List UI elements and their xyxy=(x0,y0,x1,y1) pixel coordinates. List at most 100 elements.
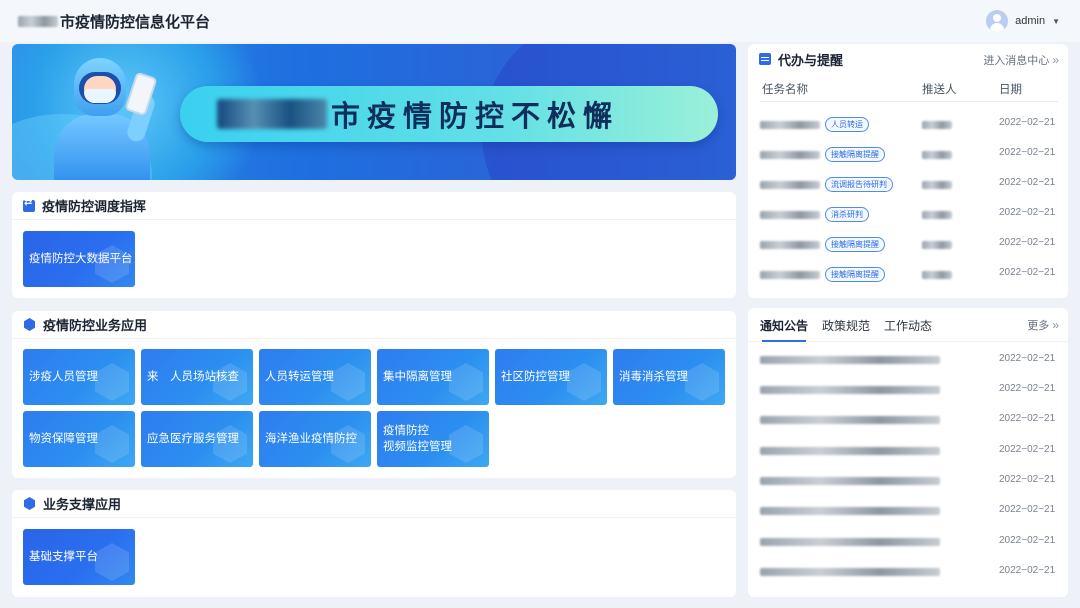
redacted-task-name xyxy=(760,181,820,189)
tile-label: 疫情防控 视频监控管理 xyxy=(383,425,452,453)
list-item[interactable]: 2022−02−21 xyxy=(748,345,1056,375)
double-chevron-right-icon[interactable]: » xyxy=(1052,318,1058,332)
table-row[interactable]: 接触隔离提醒 2022−02−21 xyxy=(748,260,1056,290)
message-center-label[interactable]: 进入消息中心 xyxy=(983,52,1049,68)
figure-mask xyxy=(84,89,116,103)
redacted-notice-title xyxy=(760,386,940,394)
tile-label: 海洋渔业疫情防控 xyxy=(265,433,357,445)
double-chevron-right-icon[interactable]: » xyxy=(1052,53,1058,67)
list-item[interactable]: 2022−02−21 xyxy=(748,527,1056,557)
redacted-notice-title xyxy=(760,416,940,424)
list-item[interactable]: 2022−02−21 xyxy=(748,405,1056,435)
redacted-task-name xyxy=(760,241,820,249)
tab-notices[interactable]: 通知公告 xyxy=(760,317,808,342)
tile-disinfection-management[interactable]: 消毒消杀管理 xyxy=(613,349,725,405)
todo-card: 代办与提醒 进入消息中心 » 任务名称 推送人 日期 人员转运 2022−02−… xyxy=(748,44,1068,298)
business-header: 疫情防控业务应用 xyxy=(12,311,736,339)
tile-big-data-platform[interactable]: 疫情防控大数据平台 xyxy=(23,231,135,287)
notice-date: 2022−02−21 xyxy=(999,535,1056,546)
business-title: 疫情防控业务应用 xyxy=(43,318,148,333)
more-label[interactable]: 更多 xyxy=(1027,317,1049,333)
column-task-name: 任务名称 xyxy=(762,84,808,96)
message-center-link[interactable]: 进入消息中心 » xyxy=(983,52,1058,68)
tile-transfer-management[interactable]: 人员转运管理 xyxy=(259,349,371,405)
table-row[interactable]: 接触隔离提醒 2022−02−21 xyxy=(748,140,1056,170)
redacted-notice-title xyxy=(760,477,940,485)
redacted-city-name xyxy=(18,15,58,27)
task-tag: 接触隔离提醒 xyxy=(825,237,885,252)
support-title: 业务支撑应用 xyxy=(43,497,122,512)
task-date: 2022−02−21 xyxy=(999,117,1056,128)
more-link[interactable]: 更多 » xyxy=(1027,317,1058,333)
tile-fishery-prevention[interactable]: 海洋渔业疫情防控 xyxy=(259,411,371,467)
redacted-sender xyxy=(922,241,952,249)
tile-label: 消毒消杀管理 xyxy=(619,371,688,383)
todo-title: 代办与提醒 xyxy=(778,52,844,68)
redacted-sender xyxy=(922,151,952,159)
tile-basic-support-platform[interactable]: 基础支撑平台 xyxy=(23,529,135,585)
tile-label: 涉疫人员管理 xyxy=(29,371,98,383)
task-date: 2022−02−21 xyxy=(999,177,1056,188)
table-row[interactable]: 消杀研判 2022−02−21 xyxy=(748,200,1056,230)
todo-header: 代办与提醒 进入消息中心 » xyxy=(748,44,1068,74)
top-bar: 市疫情防控信息化平台 admin ▼ xyxy=(0,0,1080,42)
tile-quarantine-management[interactable]: 集中隔离管理 xyxy=(377,349,489,405)
banner-slogan: 市疫情防控不松懈 xyxy=(217,94,619,134)
todo-column-headers: 任务名称 推送人 日期 xyxy=(760,78,1058,102)
list-item[interactable]: 2022−02−21 xyxy=(748,375,1056,405)
redacted-sender xyxy=(922,271,952,279)
redacted-notice-title xyxy=(760,538,940,546)
table-row[interactable]: 流调报告待研判 2022−02−21 xyxy=(748,170,1056,200)
list-item[interactable]: 2022−02−21 xyxy=(748,557,1056,587)
notice-date: 2022−02−21 xyxy=(999,444,1056,455)
column-sender: 推送人 xyxy=(922,84,957,96)
table-row[interactable]: 人员转运 2022−02−21 xyxy=(748,110,1056,140)
notices-card: 通知公告 政策规范 工作动态 更多 » 2022−02−21 2022−02−2… xyxy=(748,308,1068,597)
redacted-task-name xyxy=(760,121,820,129)
tile-label: 社区防控管理 xyxy=(501,371,570,383)
calendar-icon xyxy=(759,53,771,65)
table-row[interactable]: 接触隔离提醒 2022−02−21 xyxy=(748,230,1056,260)
chevron-down-icon[interactable]: ▼ xyxy=(1052,17,1060,26)
tile-label: 集中隔离管理 xyxy=(383,371,452,383)
redacted-task-name xyxy=(760,211,820,219)
redacted-notice-title xyxy=(760,356,940,364)
tile-supplies-management[interactable]: 物资保障管理 xyxy=(23,411,135,467)
tile-emergency-medical[interactable]: 应急医疗服务管理 xyxy=(141,411,253,467)
notice-date: 2022−02−21 xyxy=(999,504,1056,515)
dispatch-header: 疫情防控调度指挥 xyxy=(12,192,736,220)
tile-station-check[interactable]: 来 人员场站核查 xyxy=(141,349,253,405)
notice-date: 2022−02−21 xyxy=(999,474,1056,485)
task-date: 2022−02−21 xyxy=(999,267,1056,278)
username[interactable]: admin xyxy=(1015,15,1045,27)
notice-tabs: 通知公告 政策规范 工作动态 更多 » xyxy=(748,308,1068,342)
tile-epidemic-person-management[interactable]: 涉疫人员管理 xyxy=(23,349,135,405)
redacted-city-name xyxy=(217,99,327,129)
task-date: 2022−02−21 xyxy=(999,237,1056,248)
switch-icon xyxy=(23,197,35,212)
task-date: 2022−02−21 xyxy=(999,147,1056,158)
task-tag: 接触隔离提醒 xyxy=(825,267,885,282)
tile-label: 基础支撑平台 xyxy=(29,551,98,563)
redacted-sender xyxy=(922,121,952,129)
redacted-notice-title xyxy=(760,568,940,576)
avatar[interactable] xyxy=(986,10,1009,32)
list-item[interactable]: 2022−02−21 xyxy=(748,466,1056,496)
tile-label: 人员转运管理 xyxy=(265,371,334,383)
user-menu[interactable]: admin ▼ xyxy=(986,10,1060,32)
tab-policies[interactable]: 政策规范 xyxy=(822,317,870,341)
tile-community-management[interactable]: 社区防控管理 xyxy=(495,349,607,405)
dispatch-title: 疫情防控调度指挥 xyxy=(42,199,147,214)
dispatch-card: 疫情防控调度指挥 疫情防控大数据平台 xyxy=(12,192,736,298)
slogan-text: 市疫情防控不松懈 xyxy=(331,101,620,133)
business-apps-card: 疫情防控业务应用 涉疫人员管理 来 人员场站核查 人员转运管理 集中隔离管理 社… xyxy=(12,311,736,478)
redacted-sender xyxy=(922,181,952,189)
tab-work-updates[interactable]: 工作动态 xyxy=(884,317,932,341)
list-item[interactable]: 2022−02−21 xyxy=(748,436,1056,466)
task-tag: 人员转运 xyxy=(825,117,869,132)
redacted-notice-title xyxy=(760,447,940,455)
notice-date: 2022−02−21 xyxy=(999,413,1056,424)
hero-banner: 市疫情防控不松懈 xyxy=(12,44,736,180)
tile-video-monitoring[interactable]: 疫情防控 视频监控管理 xyxy=(377,411,489,467)
list-item[interactable]: 2022−02−21 xyxy=(748,496,1056,526)
